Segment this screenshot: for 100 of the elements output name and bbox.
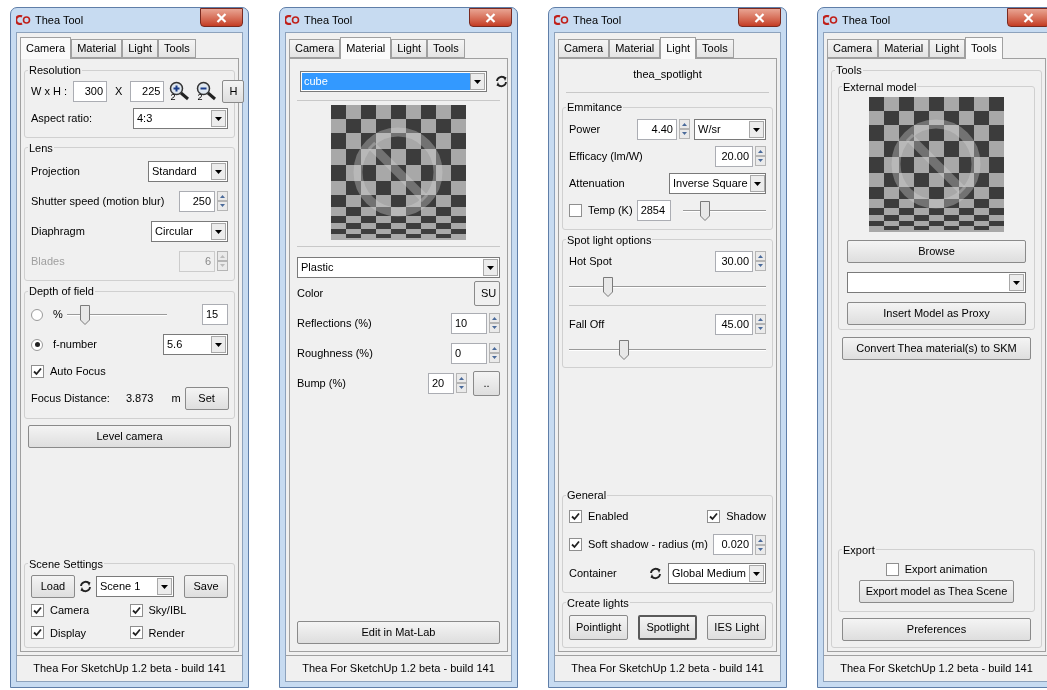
checkbox[interactable]	[885, 562, 899, 576]
button[interactable]: H	[222, 80, 245, 103]
button[interactable]: Convert Thea material(s) to SKM	[842, 337, 1031, 360]
input-field[interactable]: 20.00	[715, 145, 753, 167]
checkbox[interactable]	[129, 603, 143, 617]
radio-button[interactable]	[31, 338, 43, 351]
input-field[interactable]: 300	[73, 81, 108, 102]
tab[interactable]: Light	[122, 39, 159, 58]
group-title: Depth of field	[28, 284, 95, 299]
slider[interactable]	[66, 304, 167, 325]
button[interactable]: Insert Model as Proxy	[847, 302, 1026, 325]
dropdown[interactable]: 4:3	[133, 108, 228, 129]
tab[interactable]: Tools	[696, 39, 734, 58]
button[interactable]: Pointlight	[569, 614, 629, 640]
input-field[interactable]: 20	[428, 372, 454, 394]
button[interactable]: Spotlight	[638, 614, 698, 640]
button[interactable]: Edit in Mat-Lab	[297, 621, 500, 644]
dropdown[interactable]: Circular	[151, 220, 228, 242]
tab[interactable]: Tools	[427, 39, 465, 58]
tab[interactable]: Camera	[20, 37, 72, 59]
close-button[interactable]	[738, 8, 781, 27]
tab[interactable]: Camera	[827, 39, 879, 58]
zoom-in-button[interactable]: 2	[169, 80, 192, 103]
label: Shutter speed (motion blur)	[31, 193, 165, 209]
spin-buttons[interactable]	[755, 534, 766, 555]
input-field[interactable]: 15	[202, 304, 228, 325]
label: Hot Spot	[569, 253, 612, 269]
button[interactable]: Browse	[847, 240, 1026, 263]
tab[interactable]: Material	[609, 39, 661, 58]
zoom-out-button[interactable]: 2	[196, 80, 219, 103]
dropdown[interactable]: Inverse Square	[669, 172, 766, 194]
slider[interactable]	[682, 200, 766, 221]
spin-buttons[interactable]	[217, 191, 228, 211]
input-field[interactable]: 45.00	[715, 313, 753, 335]
checkbox[interactable]	[129, 626, 143, 640]
tab[interactable]: Light	[660, 37, 697, 59]
spin-buttons[interactable]	[755, 314, 766, 334]
refresh-icon[interactable]	[649, 567, 662, 580]
tab[interactable]: Light	[929, 39, 966, 58]
radio-button[interactable]	[31, 308, 43, 321]
close-button[interactable]	[1007, 8, 1047, 27]
checkbox[interactable]	[569, 204, 582, 217]
slider-thumb[interactable]	[603, 277, 614, 297]
tab[interactable]: Material	[71, 39, 123, 58]
tab[interactable]: Light	[391, 39, 428, 58]
spin-buttons[interactable]	[679, 119, 690, 139]
input-field[interactable]: 0.020	[713, 534, 753, 555]
button[interactable]: Export model as Thea Scene	[858, 580, 1015, 603]
dropdown[interactable]: 5.6	[163, 334, 228, 355]
tab[interactable]: Camera	[558, 39, 610, 58]
slider-thumb[interactable]	[700, 200, 711, 221]
tab[interactable]: Camera	[289, 39, 341, 58]
dropdown[interactable]	[847, 272, 1026, 293]
tab[interactable]: Tools	[158, 39, 196, 58]
input-field[interactable]: 250	[179, 190, 215, 212]
button[interactable]: Load	[31, 574, 75, 598]
dropdown[interactable]: Standard	[148, 160, 228, 182]
tab[interactable]: Material	[340, 37, 392, 59]
checkbox[interactable]	[31, 626, 44, 640]
dropdown[interactable]: Scene 1	[96, 575, 174, 597]
button[interactable]: Save	[184, 574, 228, 598]
button[interactable]: IES Light	[707, 614, 766, 640]
checkbox[interactable]	[569, 538, 582, 551]
button[interactable]: ..	[473, 370, 500, 396]
dropdown[interactable]: Plastic	[297, 257, 500, 278]
input-field[interactable]: 30.00	[715, 250, 753, 272]
spin-buttons[interactable]	[755, 146, 766, 166]
refresh-icon[interactable]	[495, 74, 508, 88]
slider[interactable]	[569, 277, 766, 297]
input-field[interactable]: 4.40	[637, 118, 677, 140]
spin-buttons[interactable]	[456, 373, 467, 393]
label: Blades	[31, 253, 65, 269]
checkbox-label: Camera	[50, 603, 90, 618]
slider-thumb[interactable]	[79, 304, 90, 325]
button[interactable]: Set	[184, 387, 229, 410]
refresh-icon[interactable]	[79, 579, 92, 593]
close-button[interactable]	[200, 8, 243, 27]
tab[interactable]: Material	[878, 39, 930, 58]
input-field[interactable]: 2854	[636, 200, 671, 221]
checkbox[interactable]	[31, 603, 44, 617]
button[interactable]: Level camera	[28, 424, 231, 448]
slider[interactable]	[569, 340, 766, 360]
dropdown[interactable]: Global Medium	[668, 563, 766, 584]
dropdown[interactable]: W/sr	[694, 118, 766, 140]
label: %	[53, 307, 63, 323]
input-field[interactable]: 10	[451, 312, 487, 334]
spin-buttons[interactable]	[489, 313, 500, 333]
checkbox[interactable]	[569, 510, 582, 523]
input-field[interactable]: 225	[130, 81, 165, 102]
tab[interactable]: Tools	[965, 37, 1003, 59]
close-button[interactable]	[469, 8, 512, 27]
button[interactable]: Preferences	[842, 618, 1031, 641]
spin-buttons[interactable]	[755, 251, 766, 271]
label: f-number	[53, 337, 98, 353]
checkbox[interactable]	[707, 510, 721, 523]
button[interactable]: SU	[474, 280, 500, 306]
slider-thumb[interactable]	[619, 340, 630, 360]
checkbox[interactable]	[31, 365, 44, 378]
input-field[interactable]: 0	[451, 342, 487, 364]
spin-buttons[interactable]	[489, 343, 500, 363]
